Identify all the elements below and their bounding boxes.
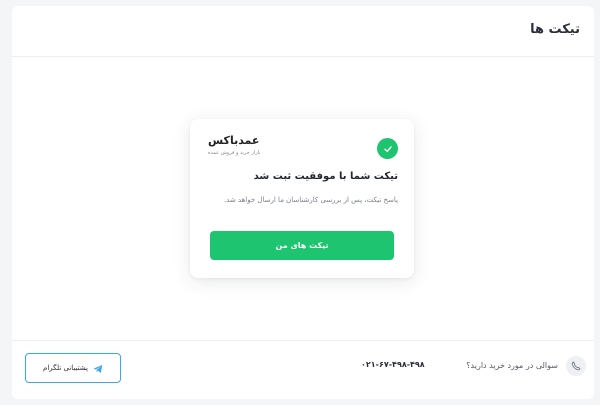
support-phone-number[interactable]: ۰۲۱-۶۷-۴۹۸-۴۹۸ <box>361 360 425 369</box>
check-icon <box>377 138 398 159</box>
panel-header: تیکت ها <box>12 6 594 57</box>
brand-tagline: بازار خرید و فروش عمده <box>208 150 261 156</box>
success-card: عمدباکس بازار خرید و فروش عمده تیکت شما … <box>190 119 414 278</box>
panel-body: عمدباکس بازار خرید و فروش عمده تیکت شما … <box>12 57 594 340</box>
page-title: تیکت ها <box>530 22 580 37</box>
phone-icon <box>566 356 586 376</box>
my-tickets-button[interactable]: تیکت های من <box>210 231 394 260</box>
support-question-text: سوالی در مورد خرید دارید؟ <box>466 361 558 370</box>
tickets-panel: تیکت ها عمدباکس بازار خرید و فروش عمده ت… <box>12 6 594 399</box>
panel-footer: پشتیبانی تلگرام ۰۲۱-۶۷-۴۹۸-۴۹۸ سوالی در … <box>12 340 594 399</box>
telegram-support-button[interactable]: پشتیبانی تلگرام <box>25 353 121 383</box>
brand-name: عمدباکس <box>208 134 260 147</box>
success-description: پاسخ تیکت، پس از بررسی کارشناسان ما ارسا… <box>223 196 398 204</box>
telegram-icon <box>93 359 103 378</box>
brand-logo: عمدباکس بازار خرید و فروش عمده <box>208 134 278 162</box>
telegram-support-label: پشتیبانی تلگرام <box>43 364 88 372</box>
success-title: تیکت شما با موفقیت ثبت شد <box>253 171 398 182</box>
